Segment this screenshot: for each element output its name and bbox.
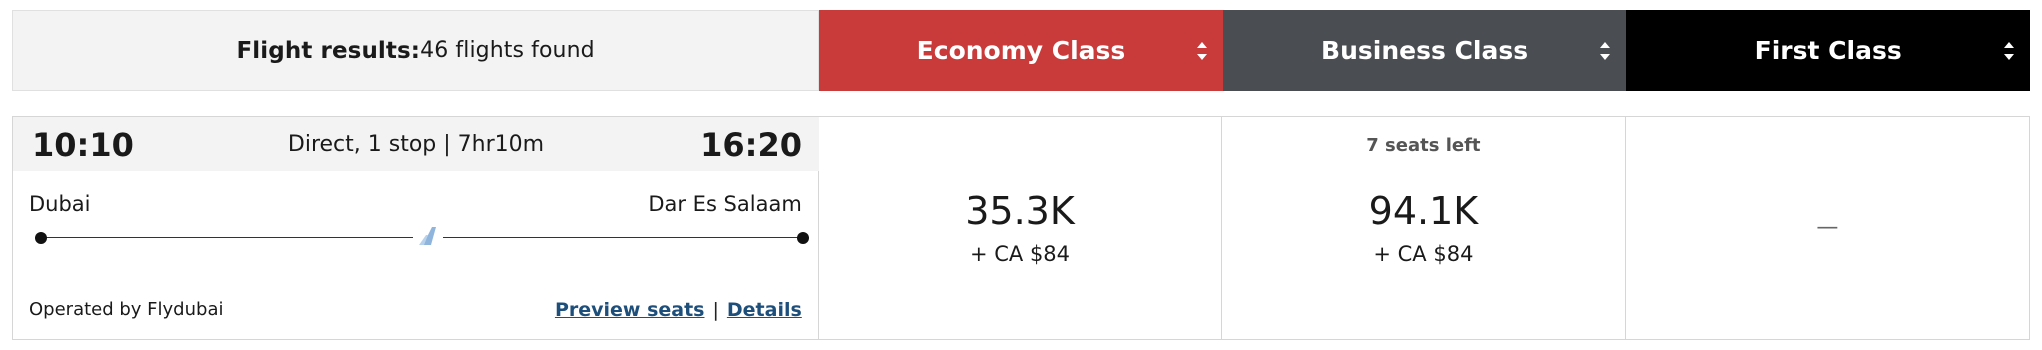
business-class-header[interactable]: Business Class: [1222, 10, 1627, 91]
first-fare-cell: —: [1626, 117, 2029, 339]
origin-dot: [35, 232, 47, 244]
details-link[interactable]: Details: [727, 299, 802, 321]
economy-fare-cash: + CA $84: [969, 242, 1071, 266]
business-fare-points: 94.1K: [1368, 189, 1479, 233]
flight-duration: Direct, 1 stop | 7hr10m: [287, 132, 545, 157]
economy-class-header[interactable]: Economy Class: [819, 10, 1223, 91]
economy-class-label: Economy Class: [916, 36, 1126, 65]
economy-fare-points: 35.3K: [965, 189, 1075, 233]
arrival-time: 16:20: [700, 126, 802, 164]
results-summary: Flight results: 46 flights found: [12, 10, 820, 91]
preview-seats-link[interactable]: Preview seats: [555, 299, 705, 321]
results-count: 46 flights found: [420, 38, 595, 63]
destination-city: Dar Es Salaam: [648, 192, 802, 216]
flight-result-row: 10:10 Direct, 1 stop | 7hr10m 16:20 Duba…: [12, 116, 2030, 340]
destination-dot: [797, 232, 809, 244]
times-bar: 10:10 Direct, 1 stop | 7hr10m 16:20: [13, 117, 819, 171]
business-fare-cell[interactable]: 7 seats left 94.1K + CA $84: [1222, 117, 1626, 339]
sort-icon[interactable]: [2002, 39, 2016, 63]
link-separator: |: [712, 299, 719, 321]
results-label: Flight results:: [236, 37, 421, 64]
results-header: Flight results: 46 flights found Economy …: [12, 10, 2030, 91]
flight-info: 10:10 Direct, 1 stop | 7hr10m 16:20 Duba…: [13, 117, 819, 339]
first-class-header[interactable]: First Class: [1626, 10, 2030, 91]
flight-results-page: Flight results: 46 flights found Economy …: [0, 0, 2042, 350]
plane-tail-icon: [413, 226, 443, 246]
first-fare-unavailable: —: [1816, 215, 1839, 240]
business-class-label: Business Class: [1321, 36, 1529, 65]
origin-city: Dubai: [29, 192, 91, 216]
sort-icon[interactable]: [1195, 39, 1209, 63]
business-fare-cash: + CA $84: [1373, 242, 1474, 266]
first-class-label: First Class: [1754, 36, 1902, 65]
route-line: [35, 226, 809, 246]
economy-fare-cell[interactable]: 35.3K + CA $84: [819, 117, 1223, 339]
sort-icon[interactable]: [1598, 39, 1612, 63]
business-seats-left: 7 seats left: [1366, 135, 1481, 156]
operator-text: Operated by Flydubai: [29, 299, 224, 320]
flight-links: Preview seats | Details: [555, 298, 802, 322]
